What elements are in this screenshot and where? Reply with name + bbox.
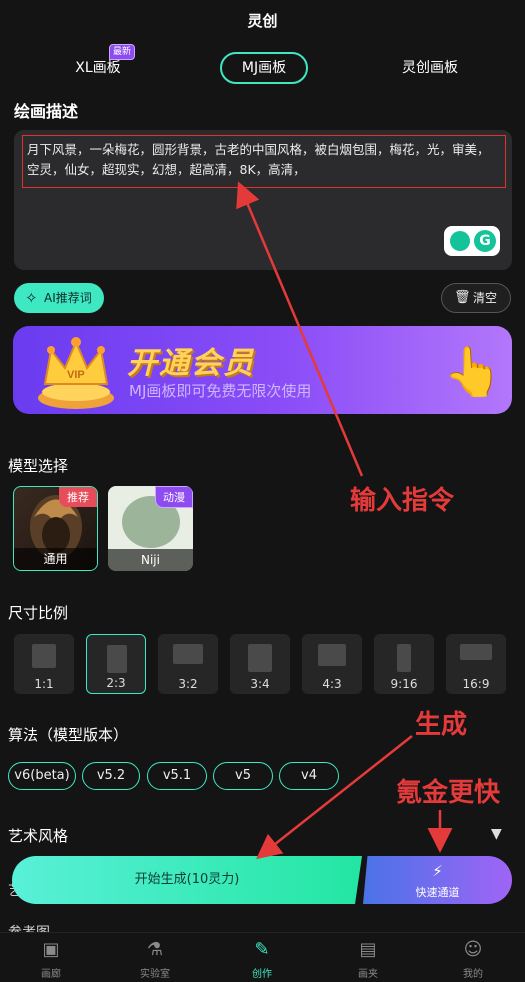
chevron-down-icon[interactable]: ▼ [491,826,502,842]
profile-icon: ☺ [463,939,483,960]
nav-gallery[interactable]: ▣ 画廊 [16,939,86,980]
trash-icon: 🗑 [454,290,471,305]
lightning-icon: ⚡ [432,862,443,880]
create-icon: ✎ [254,939,270,960]
model-label: Niji [108,549,193,571]
vip-title: 开通会员 [127,346,255,381]
ratio-shape [460,644,492,660]
ratio-option-3-2[interactable]: 3:2 [158,634,218,694]
crown-icon: VIP [38,337,114,409]
description-title: 绘画描述 [14,102,79,121]
nav-folder[interactable]: ▤ 画夹 [333,939,403,980]
grammarly-widget[interactable]: G [444,226,500,256]
vip-banner[interactable]: VIP 开通会员 MJ画板即可免费无限次使用 👆 [13,326,512,414]
model-label: 通用 [14,548,97,570]
nav-label: 创作 [252,969,272,980]
ratio-shape [318,644,346,666]
ratio-label: 2:3 [106,676,126,690]
ratio-shape [107,645,127,673]
ratio-option-3-4[interactable]: 3:4 [230,634,290,694]
fast-channel-label: 快速通道 [415,886,460,899]
ratio-option-16-9[interactable]: 16:9 [446,634,506,694]
nav-label: 画夹 [358,969,378,980]
annotation-fast: 氪金更快 [396,778,501,808]
recommend-tag: 推荐 [59,487,97,507]
folder-icon: ▤ [359,939,377,960]
tab-label: XL画板 [75,60,121,76]
tab-label: MJ画板 [241,60,287,76]
ai-prompt-button[interactable]: ✧ AI推荐词 [14,283,104,313]
nav-label: 实验室 [140,969,170,980]
ratio-shape [248,644,272,672]
prompt-text[interactable]: 月下风景，一朵梅花，圆形背景，古老的中国风格，被白烟包围，梅花，光，审美，空灵，… [22,135,506,188]
ratio-section-title: 尺寸比例 [8,604,69,622]
nav-create[interactable]: ✎ 创作 [227,939,297,980]
ratio-shape [173,644,203,664]
ratio-option-9-16[interactable]: 9:16 [374,634,434,694]
generate-label: 开始生成(10灵力) [134,872,240,887]
new-badge: 最新 [109,44,136,60]
algorithm-section-title: 算法（模型版本） [8,726,129,744]
sparkle-icon: ✧ [25,289,38,307]
ratio-label: 16:9 [462,677,490,691]
clear-label: 清空 [473,291,498,305]
ratio-shape [397,644,411,672]
model-section-title: 模型选择 [8,457,69,475]
ratio-option-1-1[interactable]: 1:1 [14,634,74,694]
version-v5-1[interactable]: v5.1 [147,762,207,790]
ratio-label: 4:3 [322,677,342,691]
anime-tag: 动漫 [155,486,193,508]
ratio-shape [32,644,56,668]
nav-label: 画廊 [41,969,61,980]
vip-subtitle: MJ画板即可免费无限次使用 [129,382,312,400]
app-title: 灵创 [247,12,278,30]
tab-mj-board[interactable]: MJ画板 [220,52,308,84]
nav-label: 我的 [463,969,483,980]
tab-lingchuang-board[interactable]: 灵创画板 [388,52,472,84]
generate-button[interactable]: 开始生成(10灵力) [12,856,362,904]
version-v5-2[interactable]: v5.2 [82,762,140,790]
version-v4[interactable]: v4 [279,762,339,790]
nav-profile[interactable]: ☺ 我的 [438,939,508,980]
image-icon: ▣ [42,939,60,960]
ratio-option-2-3[interactable]: 2:3 [86,634,146,694]
ai-prompt-label: AI推荐词 [44,291,92,305]
generate-arrow [256,735,413,860]
model-card-niji[interactable]: 动漫 Niji [108,486,193,571]
lightbulb-icon [450,231,470,251]
flask-icon: ⚗ [146,939,164,960]
clear-button[interactable]: 🗑 清空 [441,283,511,313]
ratio-option-4-3[interactable]: 4:3 [302,634,362,694]
svg-text:VIP: VIP [67,369,85,381]
nav-lab[interactable]: ⚗ 实验室 [120,939,190,980]
tab-xl-board[interactable]: XL画板 最新 [58,44,138,84]
version-v6-beta[interactable]: v6(beta) [8,762,76,790]
model-card-general[interactable]: 推荐 通用 [13,486,98,571]
ratio-label: 1:1 [34,677,54,691]
grammarly-icon: G [474,230,496,252]
bottom-nav: ▣ 画廊 ⚗ 实验室 ✎ 创作 ▤ 画夹 ☺ 我的 [0,932,525,982]
board-tabs: XL画板 最新 MJ画板 灵创画板 [0,44,525,84]
ratio-label: 3:2 [178,677,198,691]
prompt-textarea[interactable]: 月下风景，一朵梅花，圆形背景，古老的中国风格，被白烟包围，梅花，光，审美，空灵，… [14,130,512,270]
ratio-label: 9:16 [390,677,418,691]
ratio-label: 3:4 [250,677,270,691]
tab-label: 灵创画板 [402,60,458,76]
pointing-hand-icon: 👆 [443,344,503,400]
style-section-title: 艺术风格 [8,827,69,845]
version-v5[interactable]: v5 [213,762,273,790]
annotation-generate: 生成 [415,710,468,740]
fast-channel-button[interactable]: ⚡ 快速通道 [363,856,512,904]
annotation-input: 输入指令 [350,486,455,516]
